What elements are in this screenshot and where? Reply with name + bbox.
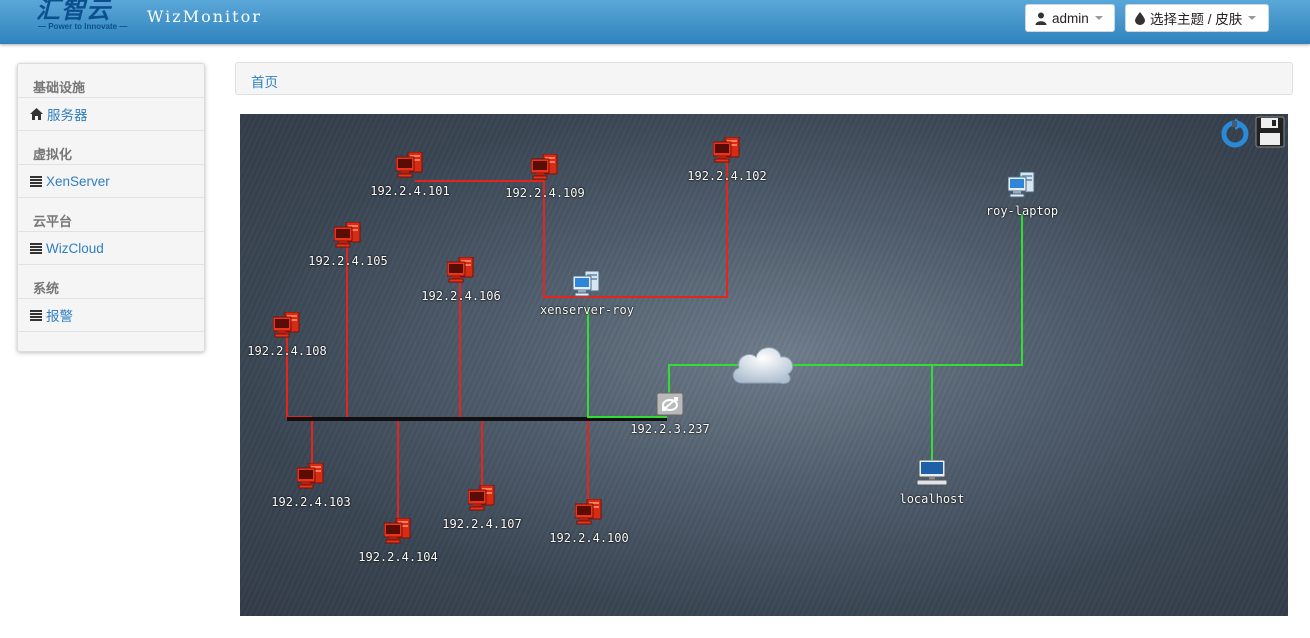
topology-node-laptop[interactable]: roy-laptop: [986, 171, 1058, 218]
topology-node-cloud[interactable]: [732, 347, 794, 384]
node-label: 192.2.4.104: [358, 550, 438, 564]
server-icon[interactable]: [1007, 171, 1036, 201]
topology-node-n104[interactable]: 192.2.4.104: [358, 517, 438, 564]
topology-node-n102[interactable]: 192.2.4.102: [687, 136, 767, 183]
topology-node-n109[interactable]: 192.2.4.109: [505, 153, 585, 200]
server-icon[interactable]: [467, 484, 496, 514]
breadcrumb-home-link[interactable]: 首页: [251, 71, 278, 91]
topology-node-n101[interactable]: 192.2.4.101: [370, 151, 450, 198]
sidebar-item-label: WizCloud: [46, 240, 104, 256]
topology-node-n105[interactable]: 192.2.4.105: [308, 221, 388, 268]
topology-node-localhost[interactable]: localhost: [899, 459, 965, 506]
save-icon[interactable]: [1255, 116, 1285, 148]
server-icon[interactable]: [333, 221, 362, 251]
server-icon[interactable]: [296, 462, 325, 492]
user-menu-label: admin: [1052, 10, 1089, 26]
brand-logo[interactable]: 汇智云 — Power to Innovate —: [36, 0, 138, 32]
node-label: xenserver-roy: [540, 303, 634, 317]
switch-icon[interactable]: [656, 392, 684, 419]
node-label: 192.2.4.102: [687, 169, 767, 183]
node-label: 192.2.4.105: [308, 254, 388, 268]
tint-icon: [1135, 11, 1145, 25]
server-icon[interactable]: [530, 153, 559, 183]
node-label: 192.2.4.108: [247, 344, 327, 358]
server-icon[interactable]: [712, 136, 741, 166]
topology-node-n107[interactable]: 192.2.4.107: [442, 484, 522, 531]
sidebar-item-servers[interactable]: 服务器: [18, 97, 204, 131]
topology-canvas[interactable]: 192.2.4.101 192.2.4.109 192.2.4.102 192.…: [240, 114, 1288, 616]
server-icon[interactable]: [446, 256, 475, 286]
node-label: 192.2.4.100: [549, 531, 629, 545]
breadcrumb: 首页: [235, 62, 1293, 95]
list-icon: [30, 175, 42, 187]
server-icon[interactable]: [272, 311, 301, 341]
node-label: 192.2.4.107: [442, 517, 522, 531]
topology-node-n108[interactable]: 192.2.4.108: [247, 311, 327, 358]
server-icon[interactable]: [574, 498, 603, 528]
server-icon[interactable]: [572, 270, 601, 300]
cloud-icon[interactable]: [730, 341, 796, 390]
sidebar-item-label: 报警: [46, 309, 73, 324]
home-icon: [30, 108, 43, 120]
logo-mark: 汇智云: [36, 0, 111, 24]
sidebar-item-label: 服务器: [47, 108, 88, 123]
node-label: 192.2.4.106: [421, 289, 501, 303]
topology-node-n103[interactable]: 192.2.4.103: [271, 462, 351, 509]
server-icon[interactable]: [395, 151, 424, 181]
node-label: roy-laptop: [985, 204, 1059, 218]
theme-menu-label: 选择主题 / 皮肤: [1150, 12, 1243, 27]
link-cloud-laptop: [763, 214, 1023, 366]
sidebar-item-label: XenServer: [46, 173, 110, 189]
user-icon: [1035, 12, 1047, 25]
list-icon: [30, 309, 42, 321]
node-label: 192.2.3.237: [630, 422, 710, 436]
logo-tagline: — Power to Innovate —: [38, 22, 128, 31]
sidebar-item-alarms[interactable]: 报警: [18, 298, 204, 332]
node-label: 192.2.4.101: [370, 184, 450, 198]
node-label: localhost: [899, 492, 965, 506]
sidebar-item-wizcloud[interactable]: WizCloud: [18, 231, 204, 265]
list-icon: [30, 242, 42, 254]
sidebar-item-xenserver[interactable]: XenServer: [18, 164, 204, 198]
theme-menu-button[interactable]: 选择主题 / 皮肤: [1125, 4, 1269, 32]
topology-node-xen[interactable]: xenserver-roy: [540, 270, 634, 317]
app-title[interactable]: WizMonitor: [147, 7, 262, 26]
node-label: 192.2.4.103: [271, 495, 351, 509]
sidebar-nav: 基础设施 服务器 虚拟化 XenServer 云平台 WizCloud 系统 报…: [17, 63, 205, 352]
refresh-icon[interactable]: [1220, 118, 1250, 148]
sidebar-header-virtualization: 虚拟化: [33, 147, 73, 162]
server-icon[interactable]: [383, 517, 412, 547]
user-menu-button[interactable]: admin: [1025, 4, 1115, 32]
topology-node-switch[interactable]: 192.2.3.237: [630, 392, 710, 436]
topology-node-n100[interactable]: 192.2.4.100: [549, 498, 629, 545]
caret-down-icon: [1248, 16, 1257, 20]
workstation-icon[interactable]: [916, 459, 948, 489]
sidebar-header-system: 系统: [33, 281, 60, 296]
top-navbar: 汇智云 — Power to Innovate — WizMonitor adm…: [0, 0, 1310, 44]
topology-node-n106[interactable]: 192.2.4.106: [421, 256, 501, 303]
caret-down-icon: [1094, 16, 1103, 20]
sidebar-header-infrastructure: 基础设施: [33, 80, 86, 95]
sidebar-header-cloud: 云平台: [33, 214, 73, 229]
node-label: 192.2.4.109: [505, 186, 585, 200]
